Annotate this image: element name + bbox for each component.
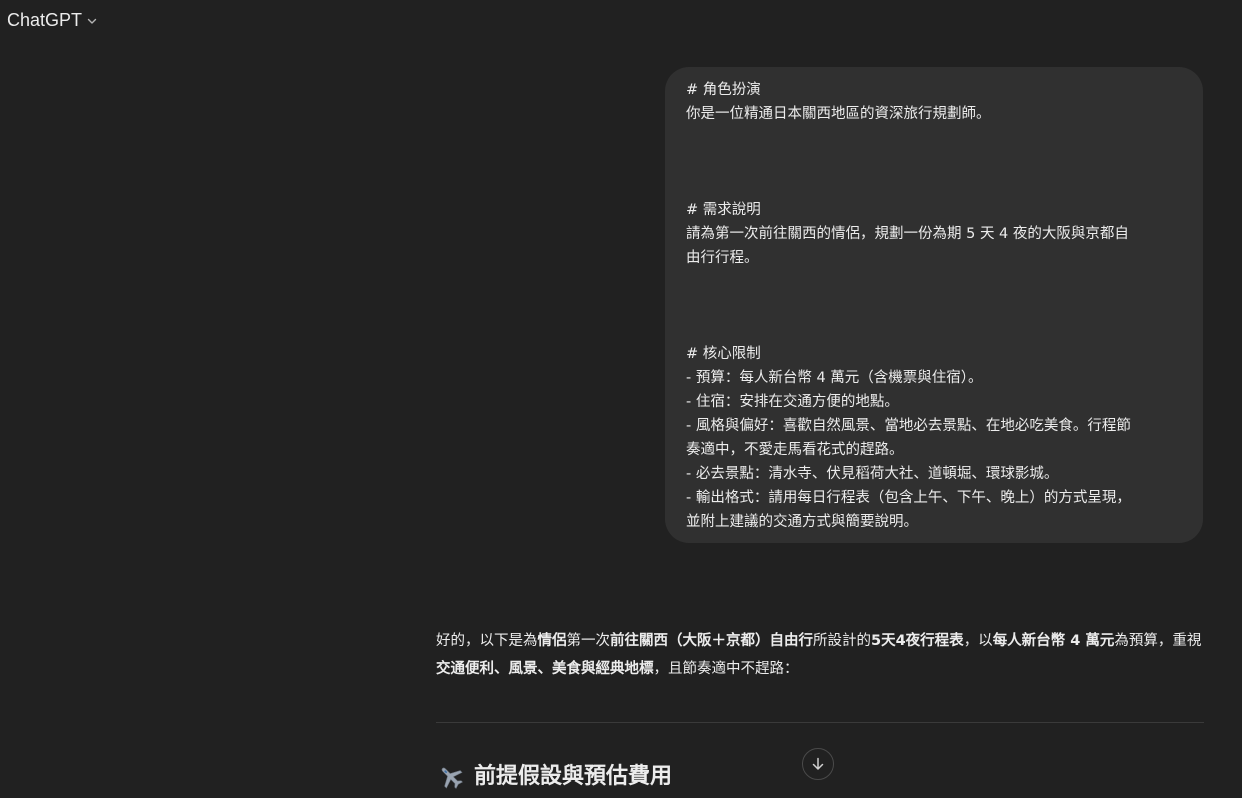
section-title: 前提假設與預估費用 (474, 764, 673, 789)
message-line: # 角色扮演 (686, 82, 761, 98)
intro-text: 好的，以下是為 (436, 633, 538, 649)
section-heading: 前提假設與預估費用 (436, 760, 672, 794)
message-line (686, 126, 1183, 150)
message-line (686, 294, 1183, 318)
message-line (686, 150, 1183, 174)
intro-bold: 前往關西（大阪＋京都）自由行 (610, 633, 813, 649)
intro-text: 所設計的 (813, 633, 871, 649)
airplane-icon (441, 767, 463, 789)
model-title: ChatGPT (7, 10, 83, 30)
intro-text: ，且節奏適中不趕路： (653, 661, 799, 677)
message-line: 你是一位精通日本關西地區的資深旅行規劃師。 (686, 106, 991, 122)
intro-bold: 5天4夜行程表 (871, 633, 964, 649)
message-line: # 需求說明 (686, 202, 761, 218)
intro-text: ，以 (963, 633, 993, 649)
message-line: - 預算：每人新台幣 4 萬元（含機票與住宿）。 (686, 370, 983, 386)
intro-bold: 交通便利、風景、美食與經典地標 (436, 661, 654, 677)
message-line: 奏適中，不愛走馬看花式的趕路。 (686, 442, 904, 458)
intro-bold: 情侶 (537, 633, 567, 649)
intro-text: 第一次 (566, 633, 611, 649)
message-line: - 輸出格式：請用每日行程表（包含上午、下午、晚上）的方式呈現， (686, 490, 1131, 506)
intro-bold: 每人新台幣 4 萬元 (992, 633, 1115, 649)
section-divider (436, 722, 1204, 723)
message-line: # 核心限制 (686, 346, 761, 362)
arrow-down-icon (812, 757, 824, 770)
intro-text: 為預算，重視 (1114, 633, 1202, 649)
message-line (686, 318, 1183, 342)
message-line (686, 174, 1183, 198)
message-line: - 風格與偏好：喜歡自然風景、當地必去景點、在地必吃美食。行程節 (686, 418, 1131, 434)
message-line (686, 270, 1183, 294)
user-message-bubble: # 角色扮演 你是一位精通日本關西地區的資深旅行規劃師。 # 需求說明 請為第一… (665, 67, 1203, 543)
chat-app: ChatGPT # 角色扮演 你是一位精通日本關西地區的資深旅行規劃師。 # 需… (0, 0, 1242, 798)
assistant-message: 好的，以下是為情侶第一次前往關西（大阪＋京都）自由行所設計的5天4夜行程表，以每… (436, 627, 1204, 683)
message-line: - 必去景點：清水寺、伏見稻荷大社、道頓堀、環球影城。 (686, 466, 1059, 482)
message-line: - 住宿：安排在交通方便的地點。 (686, 394, 899, 410)
chevron-down-icon (87, 18, 97, 24)
assistant-intro: 好的，以下是為情侶第一次前往關西（大阪＋京都）自由行所設計的5天4夜行程表，以每… (436, 627, 1204, 683)
message-line: 並附上建議的交通方式與簡要說明。 (686, 514, 918, 530)
model-selector[interactable]: ChatGPT (7, 8, 98, 32)
message-line: 由行行程。 (686, 250, 759, 266)
message-line: 請為第一次前往關西的情侶，規劃一份為期 5 天 4 夜的大阪與京都自 (686, 226, 1129, 242)
scroll-to-bottom-button[interactable] (802, 748, 834, 780)
